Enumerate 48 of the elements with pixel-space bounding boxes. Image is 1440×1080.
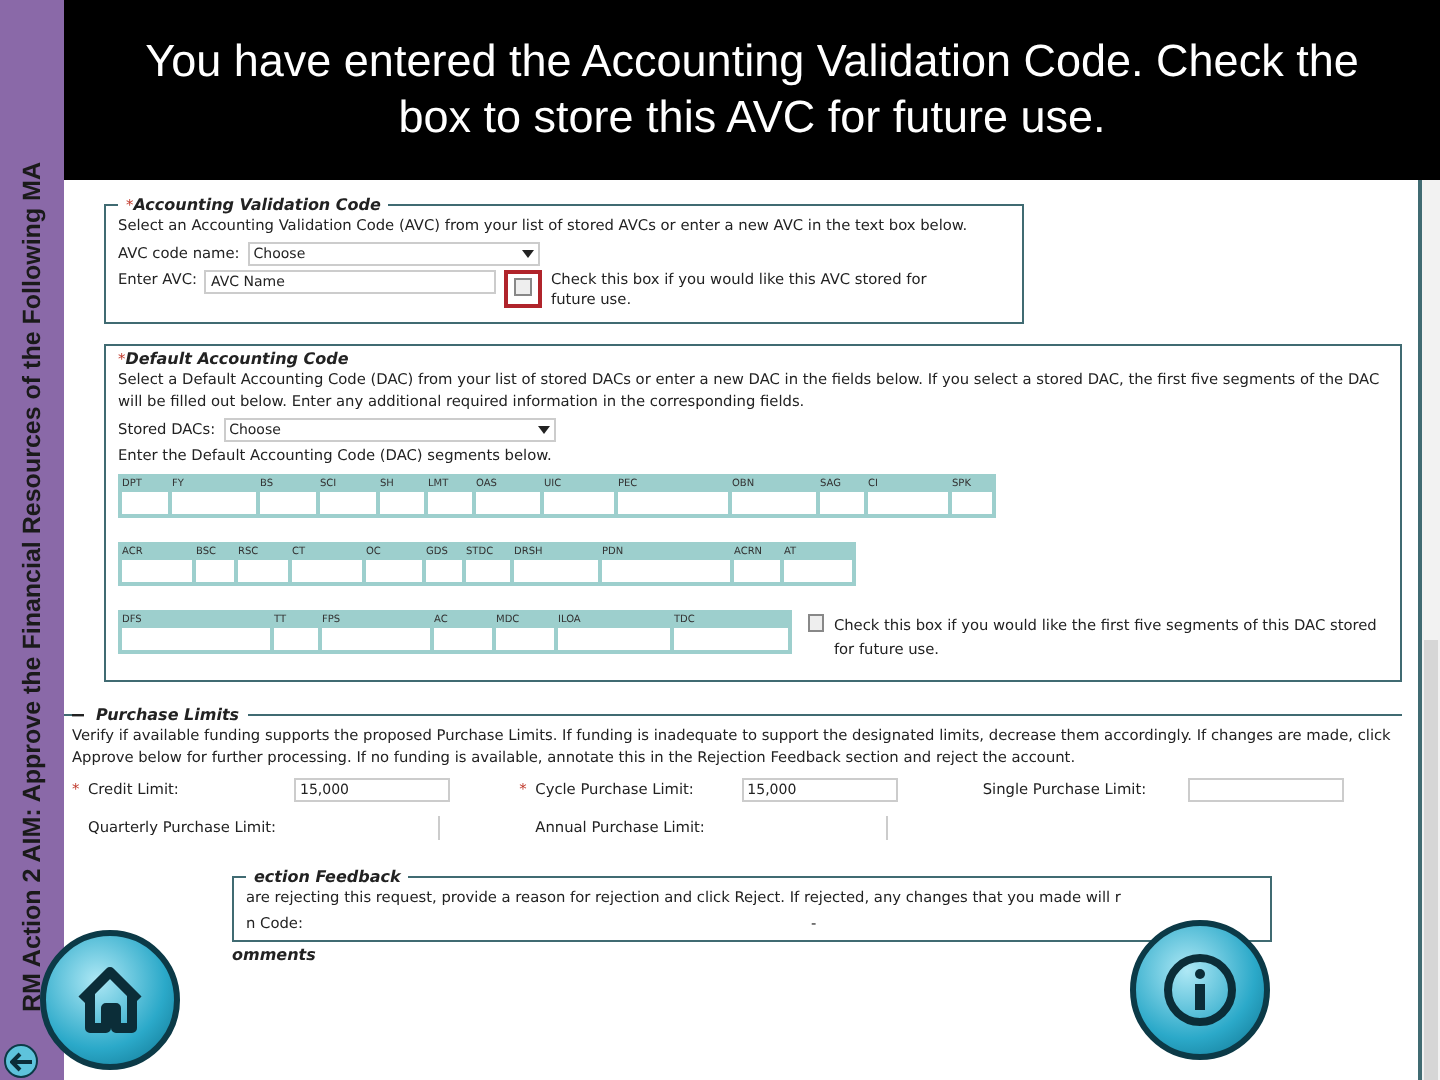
sidebar-title: RM Action 2 AIM: Approve the Financial Resources of the Following MA xyxy=(18,161,46,1012)
segment-input[interactable] xyxy=(558,628,670,651)
segment-input[interactable] xyxy=(196,560,234,583)
segment-input[interactable] xyxy=(428,492,472,515)
banner-text: You have entered the Accounting Validation Code. Check the box to store this AVC for future use. xyxy=(144,33,1360,146)
segment-input[interactable] xyxy=(238,560,288,583)
segment-input[interactable] xyxy=(366,560,422,583)
store-avc-checkbox[interactable] xyxy=(514,277,533,296)
segment-input[interactable] xyxy=(426,560,462,583)
segment-input[interactable] xyxy=(514,560,598,583)
segment-input[interactable] xyxy=(674,628,788,651)
segment-input[interactable] xyxy=(434,628,492,651)
segment-input[interactable] xyxy=(172,492,256,515)
segment-input[interactable] xyxy=(784,560,852,583)
segment-input[interactable] xyxy=(496,628,554,651)
back-arrow-icon xyxy=(9,1051,33,1071)
segment-input[interactable] xyxy=(292,560,362,583)
segment-input[interactable] xyxy=(466,560,510,583)
segment-input[interactable] xyxy=(122,560,192,583)
info-icon xyxy=(1160,950,1240,1030)
segment-input[interactable] xyxy=(820,492,864,515)
section-title: Default Accounting Code xyxy=(125,350,349,369)
caret-icon xyxy=(521,249,534,258)
segment-input[interactable] xyxy=(380,492,424,515)
segment-input[interactable] xyxy=(322,628,430,651)
segment-input[interactable] xyxy=(734,560,780,583)
section-title: ection Feedback xyxy=(254,867,401,886)
section-title: omments xyxy=(232,945,316,964)
segment-input[interactable] xyxy=(868,492,948,515)
caret-icon xyxy=(537,425,550,434)
segment-input[interactable] xyxy=(476,492,540,515)
segment-input[interactable] xyxy=(122,628,270,651)
segment-input[interactable] xyxy=(732,492,816,515)
limit-input[interactable] xyxy=(1188,777,1345,802)
section-title: Purchase Limits xyxy=(96,706,240,725)
segment-input[interactable] xyxy=(544,492,614,515)
scrollbar-thumb[interactable] xyxy=(1424,640,1438,1080)
segment-input[interactable] xyxy=(260,492,316,515)
segment-input[interactable] xyxy=(602,560,730,583)
segment-input[interactable] xyxy=(320,492,376,515)
segment-input[interactable] xyxy=(274,628,318,651)
scrollbar[interactable] xyxy=(1422,180,1440,1080)
segment-input[interactable] xyxy=(122,492,168,515)
segment-input[interactable] xyxy=(618,492,728,515)
collapse-icon[interactable] xyxy=(72,713,84,718)
section-title: Accounting Validation Code xyxy=(133,196,381,214)
store-dac-checkbox[interactable] xyxy=(808,614,824,633)
segment-input[interactable] xyxy=(952,492,992,515)
